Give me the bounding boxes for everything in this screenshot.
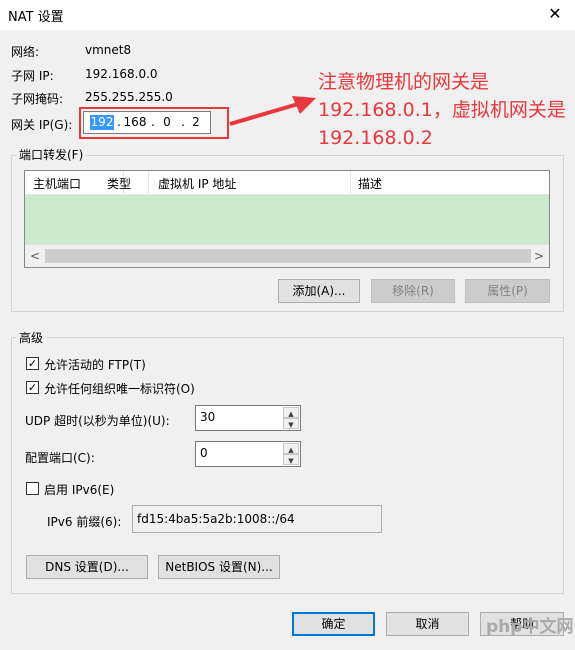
netbios-settings-button[interactable]: NetBIOS 设置(N)... <box>158 555 280 579</box>
watermark: php中文网 <box>486 617 574 637</box>
ipv6-prefix-field[interactable]: fd15:4ba5:5a2b:1008::/64 <box>132 505 382 533</box>
subnet-ip-value: 192.168.0.0 <box>85 67 158 81</box>
decrement-icon[interactable]: ▼ <box>283 454 299 465</box>
column-description[interactable]: 描述 <box>358 175 382 192</box>
remove-button[interactable]: 移除(R) <box>371 279 455 303</box>
allow-oui-label[interactable]: 允许任何组织唯一标识符(O) <box>44 380 195 397</box>
ok-button[interactable]: 确定 <box>292 612 375 636</box>
column-vm-ip[interactable]: 虚拟机 IP 地址 <box>158 175 236 192</box>
annotation-highlight-box <box>79 107 229 139</box>
table-row[interactable] <box>25 195 549 245</box>
config-port-value[interactable]: 0 <box>200 446 208 460</box>
column-separator <box>350 171 351 194</box>
udp-timeout-label: UDP 超时(以秒为单位)(U): <box>25 414 170 428</box>
advanced-title: 高级 <box>16 329 47 346</box>
annotation-arrow-icon <box>229 96 316 126</box>
properties-button[interactable]: 属性(P) <box>465 279 550 303</box>
table-header: 主机端口 类型 虚拟机 IP 地址 描述 <box>25 171 549 195</box>
subnet-ip-label: 子网 IP: <box>11 69 54 83</box>
allow-oui-checkbox[interactable]: ✓ <box>26 381 39 394</box>
port-forwarding-table[interactable]: 主机端口 类型 虚拟机 IP 地址 描述 < > <box>24 170 550 268</box>
scroll-left-icon[interactable]: < <box>27 248 43 264</box>
dns-settings-button[interactable]: DNS 设置(D)... <box>26 555 148 579</box>
network-label: 网络: <box>11 45 40 59</box>
add-button[interactable]: 添加(A)... <box>278 279 360 303</box>
cancel-button[interactable]: 取消 <box>386 612 469 636</box>
column-separator <box>148 171 149 194</box>
network-value: vmnet8 <box>85 43 132 57</box>
column-type[interactable]: 类型 <box>107 175 131 192</box>
check-icon: ✓ <box>27 357 38 370</box>
annotation-note: 注意物理机的网关是192.168.0.1，虚拟机网关是192.168.0.2 <box>318 71 566 149</box>
window-title: NAT 设置 <box>8 10 64 25</box>
close-icon[interactable]: ✕ <box>544 3 566 25</box>
decrement-icon[interactable]: ▼ <box>283 418 299 429</box>
config-port-stepper[interactable]: 0 ▲ ▼ <box>195 441 301 467</box>
check-icon: ✓ <box>27 381 38 394</box>
port-forwarding-title: 端口转发(F) <box>16 146 87 163</box>
increment-icon[interactable]: ▲ <box>283 407 299 418</box>
subnet-mask-label: 子网掩码: <box>11 92 64 106</box>
udp-timeout-value[interactable]: 30 <box>200 410 215 424</box>
enable-ipv6-checkbox[interactable] <box>26 482 39 495</box>
enable-ipv6-label[interactable]: 启用 IPv6(E) <box>44 481 114 498</box>
scrollbar-thumb[interactable] <box>45 249 531 263</box>
column-host-port[interactable]: 主机端口 <box>33 175 81 192</box>
udp-timeout-stepper[interactable]: 30 ▲ ▼ <box>195 405 301 431</box>
ipv6-prefix-label: IPv6 前缀(6): <box>47 515 122 529</box>
subnet-mask-value: 255.255.255.0 <box>85 90 173 104</box>
allow-ftp-checkbox[interactable]: ✓ <box>26 357 39 370</box>
gateway-label: 网关 IP(G): <box>11 118 73 132</box>
allow-ftp-label[interactable]: 允许活动的 FTP(T) <box>44 356 146 373</box>
scroll-right-icon[interactable]: > <box>531 248 547 264</box>
increment-icon[interactable]: ▲ <box>283 443 299 454</box>
title-bar: NAT 设置 ✕ <box>0 0 575 30</box>
horizontal-scrollbar[interactable]: < > <box>25 244 549 267</box>
config-port-label: 配置端口(C): <box>25 451 95 465</box>
